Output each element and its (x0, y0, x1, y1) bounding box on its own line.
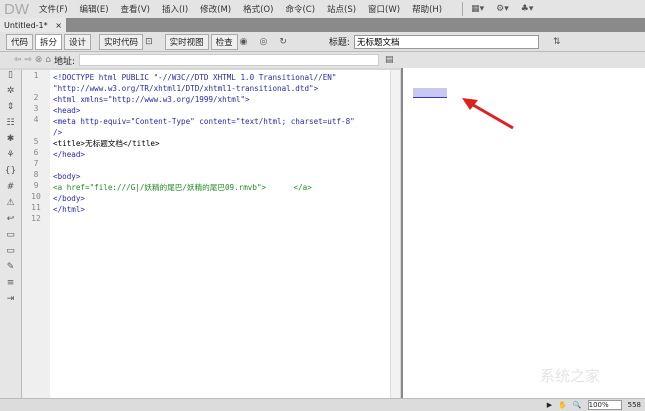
code-line[interactable]: </head> (53, 149, 390, 160)
watermark: 系统之家 (540, 367, 601, 385)
code-line[interactable]: <html xmlns="http://www.w3.org/1999/xhtm… (53, 94, 390, 105)
address-label: 地址: (53, 56, 76, 67)
line-number: 11 (31, 203, 41, 212)
zoom-tool-icon[interactable]: 🔍 (573, 401, 582, 409)
site-icon[interactable]: ♣▾ (521, 4, 534, 14)
menu-help[interactable]: 帮助(H) (412, 3, 442, 15)
wrap-tag-icon[interactable]: ✎ (0, 262, 21, 278)
split-view-button[interactable]: 拆分 (35, 33, 63, 50)
menu-edit[interactable]: 编辑(E) (80, 3, 109, 15)
title-label: 标题: (328, 38, 350, 48)
window-size[interactable]: 558 (628, 401, 641, 409)
code-line[interactable]: "http://www.w3.org/TR/xhtml1/DTD/xhtml1-… (53, 83, 390, 94)
open-documents-icon[interactable]: ▯ (0, 70, 21, 86)
design-view[interactable] (401, 68, 645, 398)
uncomment-icon[interactable]: ▭ (0, 246, 21, 262)
code-view-button[interactable]: 代码 (6, 33, 34, 50)
address-input[interactable] (79, 54, 380, 66)
design-view-button[interactable]: 设计 (64, 33, 92, 50)
address-bar: ⇦ ⇨ ⊗ ⌂ 地址: ▤ (0, 52, 645, 68)
red-arrow-annotation (462, 98, 514, 130)
code-line[interactable]: <title>无标题文档</title> (53, 138, 390, 149)
code-line[interactable]: <body> (53, 171, 390, 182)
options-icon[interactable]: ▤ (385, 55, 394, 65)
collapse-selection-icon[interactable]: ☷ (0, 118, 21, 134)
globe-icon[interactable]: ◉ (240, 37, 248, 47)
collapse-tag-icon[interactable]: ⇕ (0, 102, 21, 118)
line-number: 4 (33, 115, 39, 124)
code-line[interactable]: <a href="file:///G|/妖精的尾巴/妖精的尾巴09.rmvb">… (53, 182, 390, 193)
line-number: 2 (33, 93, 39, 102)
comment-icon[interactable]: ▭ (0, 230, 21, 246)
document-tabs: Untitled-1* × (0, 18, 645, 32)
menu-insert[interactable]: 插入(I) (162, 3, 188, 15)
line-numbers-icon[interactable]: # (0, 182, 21, 198)
line-number (22, 125, 50, 136)
snippets-icon[interactable]: ≡ (0, 278, 21, 294)
line-number: 3 (33, 104, 39, 113)
menu-modify[interactable]: 修改(M) (200, 3, 231, 15)
code-line[interactable] (53, 215, 390, 226)
menu-window[interactable]: 窗口(W) (368, 3, 400, 15)
code-editor[interactable]: <!DOCTYPE html PUBLIC "-//W3C//DTD XHTML… (50, 70, 390, 398)
hand-tool-icon[interactable]: ✋ (558, 401, 567, 409)
word-wrap-icon[interactable]: ↩ (0, 214, 21, 230)
code-line[interactable]: <head> (53, 105, 390, 116)
indent-icon[interactable]: ⇥ (0, 294, 21, 310)
refresh-icon[interactable]: ↻ (279, 37, 287, 47)
line-number: 1 (33, 71, 39, 80)
line-numbers: 1 2 3 4 5 6 7 8 9 10 11 12 (22, 70, 50, 398)
line-number: 6 (33, 148, 39, 157)
line-number: 10 (31, 192, 41, 201)
code-line[interactable] (53, 160, 390, 171)
balance-braces-icon[interactable]: {} (0, 166, 21, 182)
code-line[interactable]: <meta http-equiv="Content-Type" content=… (53, 116, 390, 127)
menu-file[interactable]: 文件(F) (39, 3, 68, 15)
home-icon[interactable]: ⌂ (45, 55, 51, 65)
tab-label: Untitled-1* (4, 20, 48, 30)
live-view-button[interactable]: 实时视图 (164, 33, 209, 50)
divider (462, 2, 464, 16)
menu-view[interactable]: 查看(V) (121, 3, 150, 15)
code-line[interactable]: </body> (53, 193, 390, 204)
title-input[interactable] (353, 34, 539, 49)
show-code-navigator-icon[interactable]: ✲ (0, 86, 21, 102)
select-tool-icon[interactable]: ▶ (547, 401, 552, 409)
line-number (22, 81, 50, 92)
coding-toolbar: ▯ ✲ ⇕ ☷ ✱ ⚘ {} # ⚠ ↩ ▭ ▭ ✎ ≡ ⇥ (0, 70, 22, 398)
line-number: 9 (33, 181, 39, 190)
code-scrollbar[interactable] (390, 70, 400, 398)
line-number: 12 (31, 214, 41, 223)
expand-all-icon[interactable]: ✱ (0, 134, 21, 150)
inspect-button[interactable]: 检查 (210, 33, 238, 50)
status-bar: ▶ ✋ 🔍 100% 558 (0, 398, 645, 411)
live-code-button[interactable]: 实时代码 (99, 33, 144, 50)
menu-site[interactable]: 站点(S) (327, 3, 356, 15)
menu-commands[interactable]: 命令(C) (285, 3, 315, 15)
stop-icon[interactable]: ⊗ (35, 55, 43, 65)
inspect-icon[interactable]: ⊡ (145, 37, 153, 47)
select-parent-tag-icon[interactable]: ⚘ (0, 150, 21, 166)
line-number: 5 (33, 137, 39, 146)
layout-icon[interactable]: ▦▾ (471, 4, 484, 14)
gear-icon[interactable]: ⚙▾ (496, 4, 509, 14)
close-icon[interactable]: × (55, 21, 62, 30)
code-line[interactable]: <!DOCTYPE html PUBLIC "-//W3C//DTD XHTML… (53, 72, 390, 83)
zoom-select[interactable]: 100% (587, 400, 622, 410)
menubar: DW 文件(F) 编辑(E) 查看(V) 插入(I) 修改(M) 格式(O) 命… (0, 0, 645, 18)
menu-format[interactable]: 格式(O) (243, 3, 273, 15)
tab-untitled-1[interactable]: Untitled-1* × (0, 18, 66, 32)
app-logo: DW (4, 0, 29, 18)
file-management-icon[interactable]: ⇅ (553, 37, 561, 47)
preview-icon[interactable]: ◎ (260, 37, 268, 47)
line-number: 7 (33, 159, 39, 168)
code-line[interactable]: /> (53, 127, 390, 138)
line-number: 8 (33, 170, 39, 179)
code-line[interactable]: </html> (53, 204, 390, 215)
forward-icon[interactable]: ⇨ (24, 55, 32, 65)
back-icon[interactable]: ⇦ (14, 55, 22, 65)
document-toolbar: 代码 拆分 设计 实时代码 ⊡ 实时视图 检查 ◉ ◎ ↻ 标题: ⇅ (0, 32, 645, 52)
highlight-invalid-icon[interactable]: ⚠ (0, 198, 21, 214)
hyperlink-placeholder[interactable] (413, 88, 447, 98)
